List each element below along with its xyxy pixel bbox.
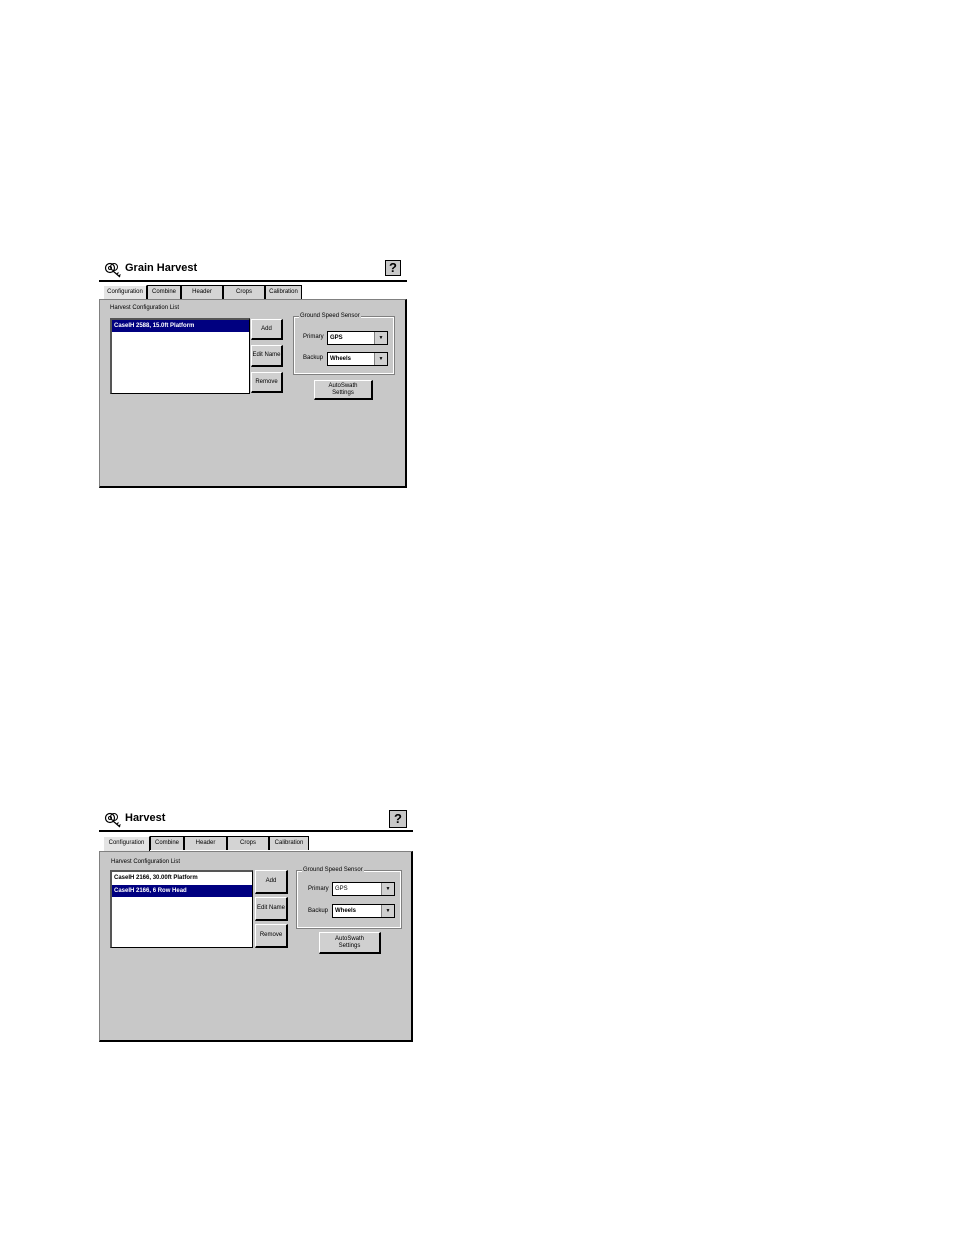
configuration-panel: Harvest Configuration List CaseIH 2166, … xyxy=(99,851,413,1042)
tab-crops[interactable]: Crops xyxy=(223,285,265,299)
primary-label: Primary xyxy=(303,334,324,340)
dropdown-arrow-icon[interactable]: ▼ xyxy=(381,883,394,895)
list-item[interactable]: CaseIH 2166, 30.00ft Platform xyxy=(112,872,252,884)
harvest-configuration-list[interactable]: CaseIH 2588, 15.0ft Platform xyxy=(110,318,250,394)
edit-name-button[interactable]: Edit Name xyxy=(255,897,288,921)
ground-speed-sensor-group: Ground Speed Sensor Primary GPS ▼ Backup… xyxy=(293,313,395,375)
title-divider xyxy=(99,280,407,282)
group-title: Ground Speed Sensor xyxy=(302,867,364,873)
primary-label: Primary xyxy=(308,886,329,892)
backup-value: Wheels xyxy=(335,908,357,914)
title-bar: Harvest ? xyxy=(99,810,413,830)
list-item[interactable]: CaseIH 2588, 15.0ft Platform xyxy=(112,320,249,332)
tab-calibration[interactable]: Calibration xyxy=(265,285,302,299)
remove-button[interactable]: Remove xyxy=(255,924,288,948)
harvest-configuration-list[interactable]: CaseIH 2166, 30.00ft Platform CaseIH 216… xyxy=(110,870,253,948)
tab-configuration[interactable]: Configuration xyxy=(103,285,147,300)
edit-name-button[interactable]: Edit Name xyxy=(251,345,283,367)
list-label: Harvest Configuration List xyxy=(111,859,181,865)
backup-label: Backup xyxy=(303,355,324,361)
keys-icon xyxy=(103,811,123,829)
tab-configuration[interactable]: Configuration xyxy=(103,836,150,851)
primary-value: GPS xyxy=(330,335,343,341)
list-item[interactable]: CaseIH 2166, 6 Row Head xyxy=(112,885,252,897)
remove-button[interactable]: Remove xyxy=(251,372,283,393)
help-button[interactable]: ? xyxy=(389,810,407,828)
configuration-panel: Harvest Configuration List CaseIH 2588, … xyxy=(99,299,407,488)
grain-harvest-screen: Grain Harvest ? Configuration Combine He… xyxy=(99,260,407,488)
help-button[interactable]: ? xyxy=(385,260,401,276)
tab-combine[interactable]: Combine xyxy=(150,836,184,850)
page-title: Grain Harvest xyxy=(125,262,198,274)
keys-icon xyxy=(103,261,123,279)
tab-calibration[interactable]: Calibration xyxy=(269,836,309,850)
backup-select[interactable]: Wheels ▼ xyxy=(327,352,388,366)
dropdown-arrow-icon[interactable]: ▼ xyxy=(374,353,387,365)
primary-select[interactable]: GPS ▼ xyxy=(327,331,388,345)
backup-select[interactable]: Wheels ▼ xyxy=(332,904,395,918)
primary-value: GPS xyxy=(335,886,348,892)
title-divider xyxy=(99,830,413,832)
page-title: Harvest xyxy=(125,812,166,824)
tab-combine[interactable]: Combine xyxy=(147,285,181,299)
autoswath-settings-button[interactable]: AutoSwath Settings xyxy=(319,932,381,954)
group-title: Ground Speed Sensor xyxy=(299,313,361,319)
tab-header[interactable]: Header xyxy=(181,285,223,299)
tab-crops[interactable]: Crops xyxy=(227,836,269,850)
tab-header[interactable]: Header xyxy=(184,836,227,850)
add-button[interactable]: Add xyxy=(251,319,283,340)
list-label: Harvest Configuration List xyxy=(110,305,180,311)
backup-value: Wheels xyxy=(330,356,352,362)
autoswath-settings-button[interactable]: AutoSwath Settings xyxy=(314,380,373,400)
add-button[interactable]: Add xyxy=(255,870,288,894)
dropdown-arrow-icon[interactable]: ▼ xyxy=(381,905,394,917)
backup-label: Backup xyxy=(308,908,329,914)
ground-speed-sensor-group: Ground Speed Sensor Primary GPS ▼ Backup… xyxy=(296,867,402,929)
dropdown-arrow-icon[interactable]: ▼ xyxy=(374,332,387,344)
harvest-screen: Harvest ? Configuration Combine Header C… xyxy=(99,810,413,1042)
title-bar: Grain Harvest ? xyxy=(99,260,407,280)
primary-select[interactable]: GPS ▼ xyxy=(332,882,395,896)
